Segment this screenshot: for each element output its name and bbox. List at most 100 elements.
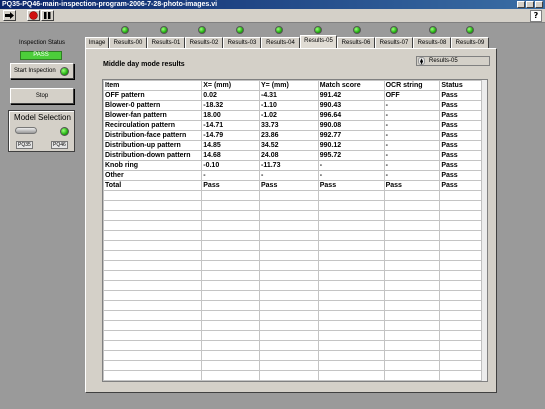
table-cell — [103, 190, 203, 201]
results-00-led — [121, 26, 129, 34]
tab-results-05[interactable]: Results-05 — [300, 35, 337, 48]
table-cell — [103, 260, 203, 271]
table-cell: 992.77 — [317, 130, 385, 141]
table-row-empty — [103, 280, 487, 291]
table-cell: 34.52 — [259, 140, 319, 151]
table-cell — [317, 330, 385, 341]
table-cell — [317, 280, 385, 291]
table-cell — [201, 220, 260, 231]
table-cell — [317, 250, 385, 261]
table-row-empty — [103, 240, 487, 251]
table-cell: OFF pattern — [103, 90, 203, 101]
model-slide-switch[interactable] — [15, 127, 37, 134]
table-cell — [103, 250, 203, 261]
tab-results-09[interactable]: Results-09 — [451, 37, 489, 48]
table-row-empty — [103, 230, 487, 241]
table-row-empty — [103, 320, 487, 331]
table-cell — [103, 270, 203, 281]
table-cell: -14.79 — [201, 130, 260, 141]
table-cell: - — [383, 120, 441, 131]
table-cell: 14.85 — [201, 140, 260, 151]
table-cell — [259, 210, 319, 221]
table-cell — [259, 350, 319, 361]
pause-button[interactable] — [41, 10, 54, 21]
table-cell — [103, 320, 203, 331]
maximize-button[interactable] — [526, 1, 534, 8]
table-cell — [259, 320, 319, 331]
table-cell — [317, 360, 385, 371]
tab-results-08[interactable]: Results-08 — [413, 37, 451, 48]
table-cell — [103, 280, 203, 291]
table-cell: - — [317, 160, 385, 171]
table-cell: - — [383, 170, 441, 181]
table-cell: OCR string — [383, 80, 441, 91]
table-cell — [317, 210, 385, 221]
close-button[interactable] — [535, 1, 543, 8]
model-indicator-led — [60, 127, 69, 136]
table-cell — [259, 250, 319, 261]
table-cell — [201, 300, 260, 311]
minimize-button[interactable] — [517, 1, 525, 8]
results-03-led — [236, 26, 244, 34]
table-row: Distribution-down pattern 14.68 24.08 995.7… — [103, 150, 487, 161]
table-cell: - — [383, 110, 441, 121]
table-cell: Y= (mm) — [259, 80, 319, 91]
table-cell — [317, 320, 385, 331]
tab-results-00[interactable]: Results-00 — [109, 37, 147, 48]
tab-results-03[interactable]: Results-03 — [223, 37, 261, 48]
results-06-led — [353, 26, 361, 34]
table-cell: -1.02 — [259, 110, 319, 121]
abort-button[interactable] — [27, 10, 40, 21]
table-cell — [201, 350, 260, 361]
table-cell — [317, 220, 385, 231]
table-cell — [201, 190, 260, 201]
table-cell — [259, 310, 319, 321]
table-cell — [103, 300, 203, 311]
table-cell — [201, 230, 260, 241]
table-cell — [103, 370, 203, 381]
table-cell: -0.10 — [201, 160, 260, 171]
table-cell — [201, 370, 260, 381]
tab-results-04[interactable]: Results-04 — [261, 37, 300, 48]
table-cell — [103, 290, 203, 301]
model-option-pq46[interactable]: PQ46 — [51, 141, 68, 149]
table-cell: Knob ring — [103, 160, 203, 171]
context-help-button[interactable]: ? — [530, 10, 542, 22]
tab-results-07[interactable]: Results-07 — [375, 37, 413, 48]
table-row-empty — [103, 350, 487, 361]
table-scrollbar[interactable] — [481, 80, 487, 381]
stop-button[interactable]: Stop — [10, 88, 74, 104]
results-ring-selector[interactable]: ▲ ▼ Results-05 — [416, 56, 490, 66]
table-cell — [383, 200, 441, 211]
table-cell: 33.73 — [259, 120, 319, 131]
tab-results-06[interactable]: Results-06 — [337, 37, 375, 48]
table-cell — [201, 270, 260, 281]
table-cell: Pass — [259, 180, 319, 191]
run-arrow-icon — [5, 12, 14, 19]
table-row-empty — [103, 370, 487, 381]
model-option-pq35[interactable]: PQ35 — [16, 141, 33, 149]
ring-increment-icon[interactable]: ▲ ▼ — [418, 57, 425, 65]
table-cell: 990.43 — [317, 100, 385, 111]
run-arrow-button[interactable] — [3, 10, 16, 21]
tab-results-01[interactable]: Results-01 — [147, 37, 185, 48]
tab-image[interactable]: Image — [85, 37, 109, 48]
results-01-led — [160, 26, 168, 34]
table-cell: - — [383, 140, 441, 151]
table-cell — [103, 340, 203, 351]
tab-results-02[interactable]: Results-02 — [185, 37, 223, 48]
results-table[interactable]: Item X= (mm) Y= (mm) Match score OCR string S… — [102, 79, 488, 382]
table-cell — [103, 230, 203, 241]
table-cell — [259, 260, 319, 271]
table-cell — [103, 220, 203, 231]
table-cell — [317, 200, 385, 211]
table-cell — [317, 350, 385, 361]
results-04-led — [275, 26, 283, 34]
table-cell: Pass — [317, 180, 385, 191]
table-cell: -11.73 — [259, 160, 319, 171]
stop-sign-icon — [29, 11, 38, 20]
table-cell — [383, 220, 441, 231]
table-row-empty — [103, 190, 487, 201]
table-cell: - — [259, 170, 319, 181]
table-cell — [103, 310, 203, 321]
